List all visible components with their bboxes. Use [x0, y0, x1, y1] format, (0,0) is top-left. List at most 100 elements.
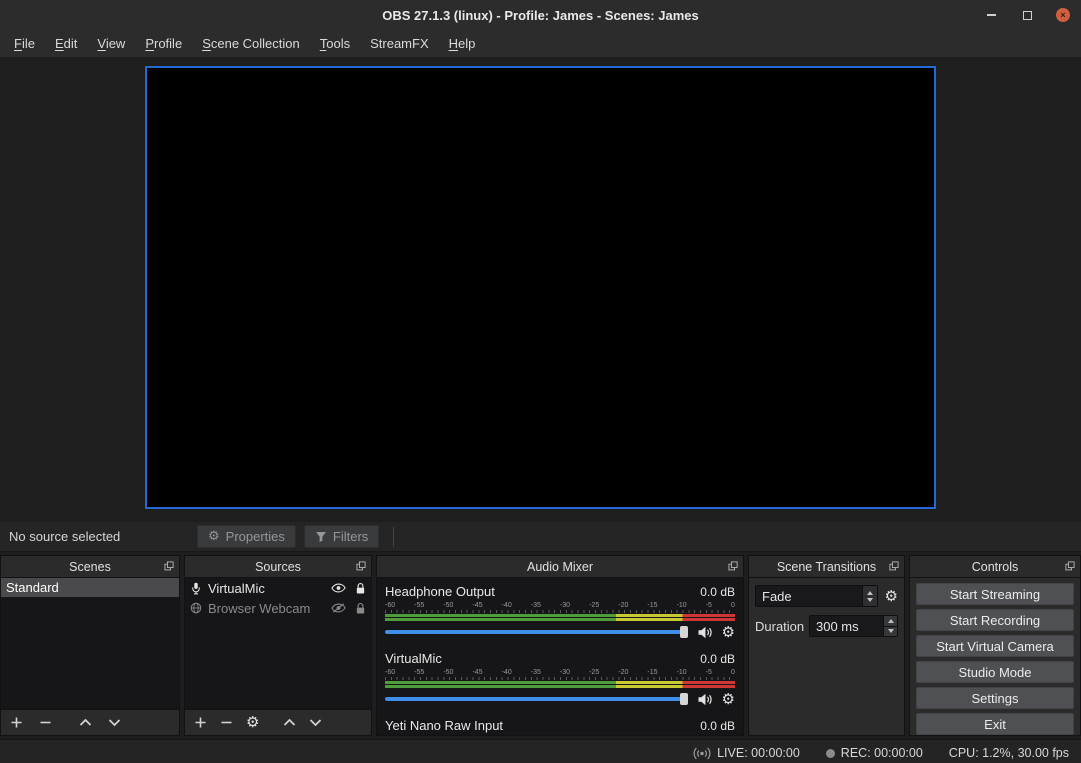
scenes-panel: Scenes Standard	[0, 555, 180, 736]
transitions-body: Fade ⚙ Duration 300 ms	[749, 578, 904, 644]
duration-decrease-button[interactable]	[884, 626, 897, 637]
visibility-eye-icon[interactable]	[331, 583, 346, 593]
sources-panel-title: Sources	[255, 560, 301, 574]
tick: -10	[677, 669, 687, 677]
scene-item-standard[interactable]: Standard	[1, 578, 179, 597]
menu-item-edit[interactable]: Edit	[45, 30, 87, 57]
source-row-browser-webcam[interactable]: Browser Webcam	[185, 598, 371, 618]
popout-icon	[889, 561, 899, 571]
tick-marks	[385, 610, 735, 613]
tick: -40	[502, 669, 512, 677]
preview-canvas[interactable]	[145, 66, 936, 509]
sources-list: VirtualMic Browser Webcam	[185, 578, 371, 709]
lock-icon[interactable]	[355, 602, 366, 615]
source-row-virtualmic[interactable]: VirtualMic	[185, 578, 371, 598]
mixer-popout-button[interactable]	[728, 561, 738, 571]
add-scene-button[interactable]	[10, 716, 23, 729]
tick: -60	[385, 669, 395, 677]
exit-button[interactable]: Exit	[916, 713, 1074, 735]
maximize-button[interactable]	[1019, 7, 1035, 23]
volume-slider[interactable]	[385, 692, 688, 706]
db-scale: -60 -55 -50 -45 -40 -35 -30 -25 -20 -15 …	[385, 669, 735, 677]
menu-item-scene-collection[interactable]: Scene Collection	[192, 30, 310, 57]
mixer-name: Yeti Nano Raw Input	[385, 718, 503, 733]
sources-toolbar: ⚙	[185, 709, 371, 735]
slider-handle[interactable]	[680, 693, 688, 705]
studio-mode-button[interactable]: Studio Mode	[916, 661, 1074, 683]
mixer-level: 0.0 dB	[700, 719, 735, 733]
source-properties-gear-icon[interactable]: ⚙	[246, 715, 259, 730]
menu-item-view[interactable]: View	[87, 30, 135, 57]
properties-button[interactable]: ⚙ Properties	[197, 525, 296, 548]
microphone-icon	[190, 582, 202, 595]
rec-indicator: REC: 00:00:00	[826, 746, 923, 760]
rec-time: REC: 00:00:00	[841, 746, 923, 760]
window-title: OBS 27.1.3 (linux) - Profile: James - Sc…	[382, 8, 698, 23]
speaker-icon[interactable]	[697, 693, 713, 706]
maximize-icon	[1023, 11, 1032, 20]
add-source-button[interactable]	[194, 716, 207, 729]
menu-item-streamfx[interactable]: StreamFX	[360, 30, 439, 57]
scenes-toolbar	[1, 709, 179, 735]
source-toolbar: No source selected ⚙ Properties Filters	[0, 522, 1081, 552]
live-indicator: LIVE: 00:00:00	[693, 746, 800, 760]
controls-popout-button[interactable]	[1065, 561, 1075, 571]
tick-marks	[385, 677, 735, 680]
scenes-popout-button[interactable]	[164, 561, 174, 571]
popout-icon	[164, 561, 174, 571]
menu-item-tools[interactable]: Tools	[310, 30, 360, 57]
minus-icon	[39, 716, 52, 729]
chevron-down-icon	[309, 718, 322, 727]
minimize-button[interactable]	[983, 7, 999, 23]
source-move-down-button[interactable]	[309, 718, 322, 727]
start-streaming-button[interactable]: Start Streaming	[916, 583, 1074, 605]
settings-button[interactable]: Settings	[916, 687, 1074, 709]
mixer-gear-icon[interactable]: ⚙	[722, 692, 735, 707]
sources-popout-button[interactable]	[356, 561, 366, 571]
start-virtual-camera-button[interactable]: Start Virtual Camera	[916, 635, 1074, 657]
tick: -30	[560, 669, 570, 677]
tick: -40	[502, 602, 512, 610]
no-source-status: No source selected	[0, 529, 197, 544]
tick: 0	[731, 669, 735, 677]
transitions-popout-button[interactable]	[889, 561, 899, 571]
chevron-down-icon	[108, 718, 121, 727]
start-recording-button[interactable]: Start Recording	[916, 609, 1074, 631]
scene-move-up-button[interactable]	[79, 718, 92, 727]
transition-select[interactable]: Fade	[755, 585, 878, 607]
menu-item-file[interactable]: File	[4, 30, 45, 57]
remove-scene-button[interactable]	[39, 716, 52, 729]
remove-source-button[interactable]	[220, 716, 233, 729]
mixer-headphone-output: Headphone Output 0.0 dB -60 -55 -50 -45 …	[385, 584, 735, 641]
tick: -15	[647, 669, 657, 677]
tick: -15	[647, 602, 657, 610]
filters-button[interactable]: Filters	[304, 525, 379, 548]
lock-icon[interactable]	[355, 582, 366, 595]
minus-icon	[220, 716, 233, 729]
source-move-up-button[interactable]	[283, 718, 296, 727]
close-button[interactable]: ×	[1055, 7, 1071, 23]
tick: -25	[589, 602, 599, 610]
source-label: Browser Webcam	[208, 601, 331, 616]
preview-area	[0, 58, 1081, 522]
visibility-eye-off-icon[interactable]	[331, 603, 346, 613]
menu-item-help[interactable]: Help	[439, 30, 486, 57]
audio-mixer-panel: Audio Mixer Headphone Output 0.0 dB -60 …	[376, 555, 744, 736]
scenes-list: Standard	[1, 578, 179, 709]
volume-meter	[385, 681, 735, 688]
duration-input[interactable]: 300 ms	[809, 615, 898, 637]
scene-move-down-button[interactable]	[108, 718, 121, 727]
slider-handle[interactable]	[680, 626, 688, 638]
volume-slider[interactable]	[385, 625, 688, 639]
duration-increase-button[interactable]	[884, 616, 897, 626]
popout-icon	[1065, 561, 1075, 571]
combo-spinner[interactable]	[862, 586, 877, 606]
transition-value: Fade	[756, 589, 862, 604]
mixer-gear-icon[interactable]: ⚙	[722, 625, 735, 640]
duration-label: Duration	[755, 619, 809, 634]
speaker-icon[interactable]	[697, 626, 713, 639]
tick: -55	[414, 602, 424, 610]
menu-item-profile[interactable]: Profile	[135, 30, 192, 57]
transition-settings-gear-icon[interactable]: ⚙	[885, 589, 898, 604]
sources-panel-header: Sources	[185, 556, 371, 578]
